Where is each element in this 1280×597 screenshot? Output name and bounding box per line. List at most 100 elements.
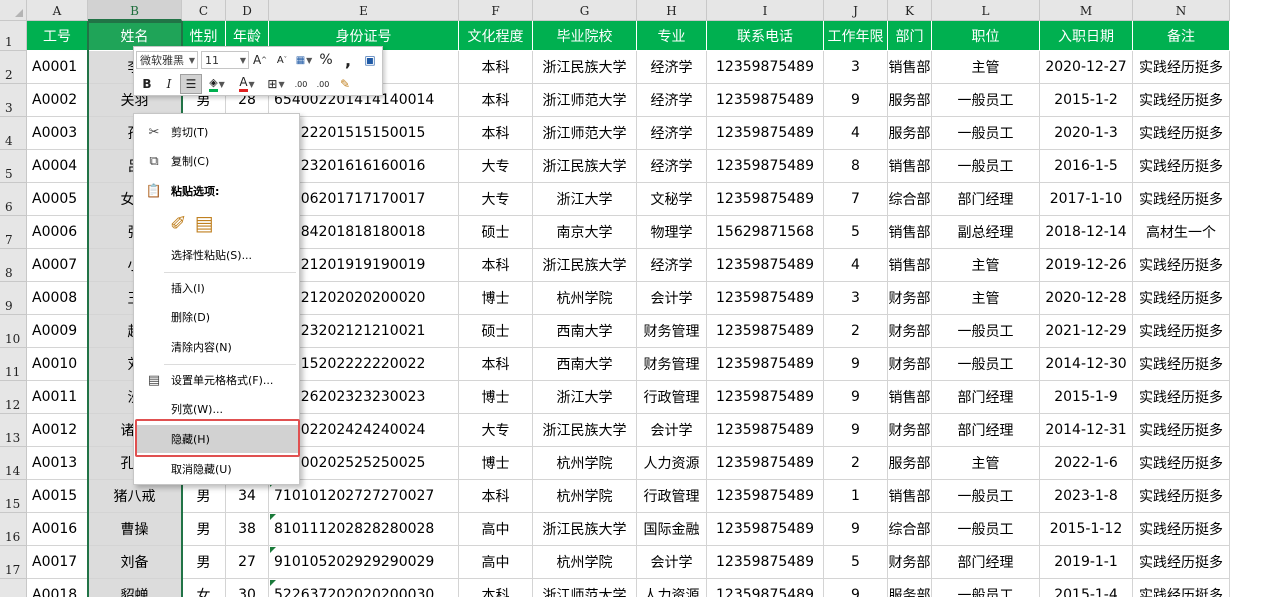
table-cell[interactable]: 2021-12-29 [1040,315,1133,348]
table-cell[interactable]: 曹操 [88,513,182,546]
header-cell[interactable]: 工作年限 [824,21,888,51]
table-cell[interactable]: 1 [824,480,888,513]
table-cell[interactable]: 12359875489 [707,348,824,381]
table-cell[interactable]: 15629871568 [707,216,824,249]
table-cell[interactable]: 4 [824,249,888,282]
table-cell[interactable]: 浙江大学 [533,183,637,216]
table-cell[interactable]: 经济学 [637,84,707,117]
table-cell[interactable]: 一般员工 [932,315,1040,348]
table-cell[interactable]: 9 [824,348,888,381]
table-cell[interactable]: A0017 [27,546,88,579]
table-cell[interactable]: 实践经历挺多 [1133,150,1230,183]
table-cell[interactable]: 实践经历挺多 [1133,348,1230,381]
table-cell[interactable]: 12359875489 [707,579,824,597]
table-cell[interactable]: 实践经历挺多 [1133,282,1230,315]
table-cell[interactable]: 经济学 [637,150,707,183]
paste-format-icon[interactable]: ✐ [170,211,187,235]
table-cell[interactable]: 本科 [459,51,533,84]
table-cell[interactable]: 浙江民族大学 [533,414,637,447]
table-cell[interactable]: A0008 [27,282,88,315]
table-cell[interactable]: 浙江师范大学 [533,117,637,150]
table-cell[interactable]: 杭州学院 [533,480,637,513]
table-cell[interactable]: 12359875489 [707,315,824,348]
table-cell[interactable]: 实践经历挺多 [1133,315,1230,348]
table-cell[interactable]: 博士 [459,381,533,414]
table-cell[interactable]: 9 [824,579,888,597]
row-header[interactable]: 17 [0,546,27,579]
row-header[interactable]: 9 [0,282,27,315]
table-cell[interactable]: 杭州学院 [533,546,637,579]
header-cell[interactable]: 工号 [27,21,88,51]
row-header[interactable]: 4 [0,117,27,150]
table-cell[interactable]: 12359875489 [707,51,824,84]
format-painter-button[interactable]: ✎ [334,74,356,94]
table-cell[interactable]: A0002 [27,84,88,117]
table-cell[interactable]: A0010 [27,348,88,381]
table-cell[interactable]: 38 [226,513,269,546]
table-cell[interactable]: 本科 [459,84,533,117]
table-cell[interactable]: 服务部 [888,84,932,117]
grow-font-button[interactable]: A ^ [249,50,271,70]
row-header[interactable]: 14 [0,447,27,480]
font-color-button[interactable]: A ▼ [232,74,262,94]
table-cell[interactable]: 销售部 [888,480,932,513]
table-cell[interactable]: 12359875489 [707,546,824,579]
table-cell[interactable]: 销售部 [888,150,932,183]
table-cell[interactable]: 经济学 [637,51,707,84]
row-header[interactable]: 12 [0,381,27,414]
row-header[interactable]: 2 [0,51,27,84]
table-cell[interactable]: 本科 [459,249,533,282]
table-cell[interactable]: 高中 [459,546,533,579]
column-header-h[interactable]: H [637,0,707,21]
table-cell[interactable]: 浙江师范大学 [533,84,637,117]
italic-button[interactable]: I [158,74,180,94]
table-cell[interactable]: A0013 [27,447,88,480]
table-cell[interactable]: 2020-12-27 [1040,51,1133,84]
table-cell[interactable]: 2 [824,315,888,348]
table-cell[interactable]: 行政管理 [637,480,707,513]
column-header-d[interactable]: D [226,0,269,21]
number-format-icon[interactable]: ▦ ▼ [293,50,315,70]
align-center-button[interactable]: ☰ [180,74,202,94]
table-cell[interactable]: A0006 [27,216,88,249]
column-header-k[interactable]: K [888,0,932,21]
table-cell[interactable]: 财务部 [888,348,932,381]
header-cell[interactable]: 入职日期 [1040,21,1133,51]
row-header[interactable]: 11 [0,348,27,381]
column-header-f[interactable]: F [459,0,533,21]
table-cell[interactable]: 经济学 [637,249,707,282]
table-cell[interactable]: A0001 [27,51,88,84]
column-header-l[interactable]: L [932,0,1040,21]
table-cell[interactable]: 一般员工 [932,117,1040,150]
table-cell[interactable]: 12359875489 [707,183,824,216]
table-cell[interactable]: 4 [824,117,888,150]
table-cell[interactable]: 810111202828280028 [269,513,459,546]
table-cell[interactable]: 2019-12-26 [1040,249,1133,282]
table-cell[interactable]: 2019-1-1 [1040,546,1133,579]
table-cell[interactable]: 销售部 [888,249,932,282]
header-cell[interactable]: 联系电话 [707,21,824,51]
table-cell[interactable]: 财务管理 [637,315,707,348]
table-cell[interactable]: 主管 [932,447,1040,480]
table-cell[interactable]: 2020-12-28 [1040,282,1133,315]
row-header[interactable]: 6 [0,183,27,216]
table-cell[interactable]: 男 [182,546,226,579]
row-header[interactable]: 5 [0,150,27,183]
table-cell[interactable]: 国际金融 [637,513,707,546]
row-header[interactable]: 18 [0,579,27,597]
table-cell[interactable]: 财务部 [888,282,932,315]
table-cell[interactable]: 2014-12-31 [1040,414,1133,447]
table-cell[interactable]: 物理学 [637,216,707,249]
table-cell[interactable]: 2015-1-2 [1040,84,1133,117]
table-cell[interactable]: 西南大学 [533,315,637,348]
table-cell[interactable]: 副总经理 [932,216,1040,249]
column-header-i[interactable]: I [707,0,824,21]
comma-style-button[interactable]: , [337,50,359,70]
menu-item-paste-special[interactable]: 选择性粘贴(S)... [135,241,298,269]
table-cell[interactable]: 实践经历挺多 [1133,249,1230,282]
table-cell[interactable]: 12359875489 [707,282,824,315]
table-cell[interactable]: 浙江民族大学 [533,249,637,282]
table-cell[interactable]: 服务部 [888,447,932,480]
table-cell[interactable]: 12359875489 [707,480,824,513]
header-cell[interactable]: 文化程度 [459,21,533,51]
